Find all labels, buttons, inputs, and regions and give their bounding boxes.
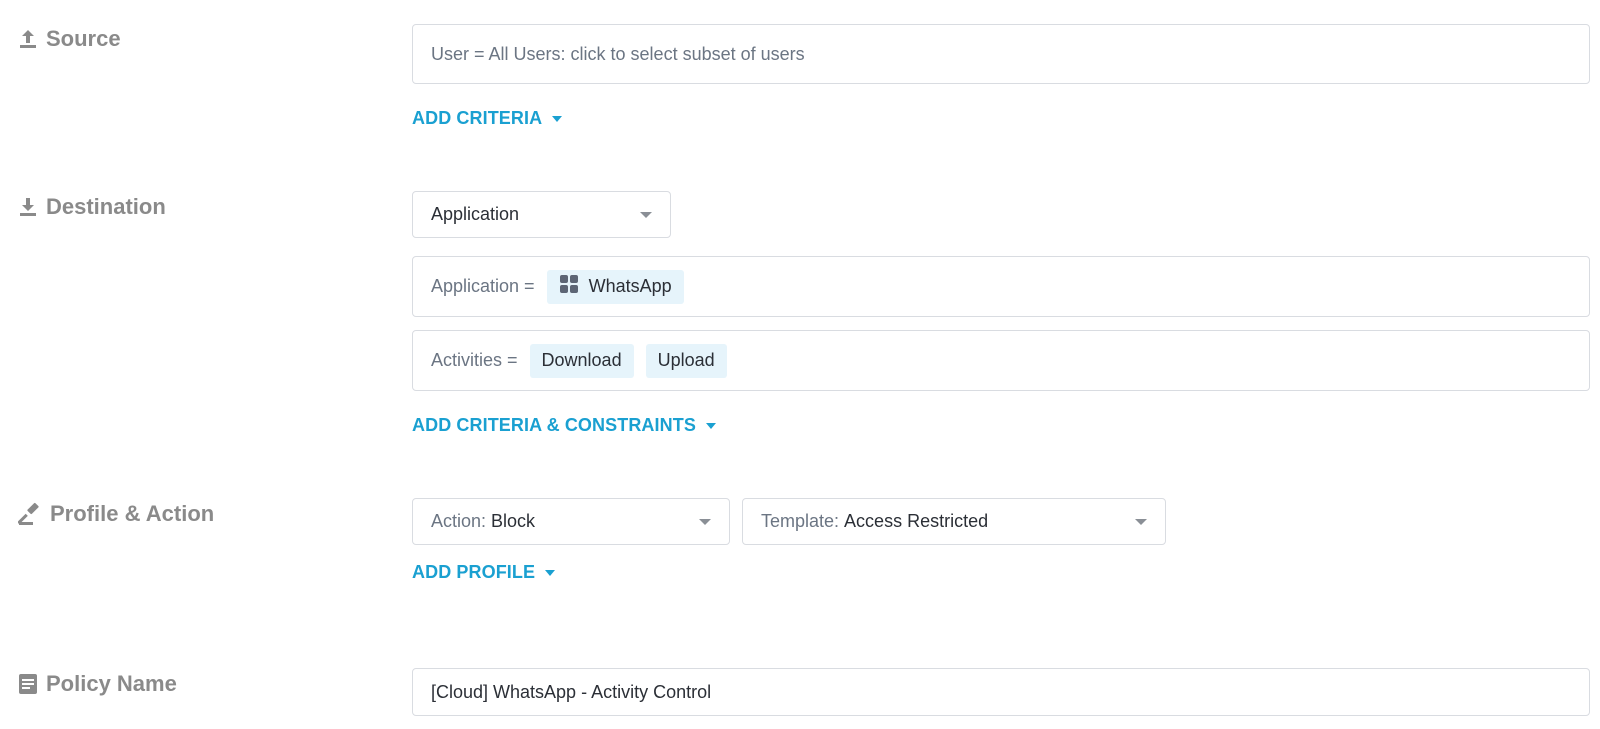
add-criteria-button[interactable]: ADD CRITERIA <box>412 108 563 129</box>
source-label-text: Source <box>46 26 121 51</box>
policy-name-input[interactable]: [Cloud] WhatsApp - Activity Control <box>412 668 1590 716</box>
source-user-field[interactable]: User = All Users: click to select subset… <box>412 24 1590 84</box>
chevron-down-icon <box>699 518 711 525</box>
activities-field-label: Activities = <box>431 350 518 370</box>
activity-chip-download-label: Download <box>541 350 622 370</box>
destination-type-value: Application <box>431 204 520 224</box>
profile-action-label-text: Profile & Action <box>50 501 215 526</box>
destination-label-text: Destination <box>46 194 166 219</box>
add-criteria-constraints-button[interactable]: ADD CRITERIA & CONSTRAINTS <box>412 415 716 436</box>
template-value: Access Restricted <box>844 511 989 531</box>
action-value: Block <box>491 511 536 531</box>
chevron-down-icon <box>640 211 652 218</box>
activity-chip-upload[interactable]: Upload <box>645 343 727 378</box>
source-section-label: Source <box>18 26 121 52</box>
policy-name-label-text: Policy Name <box>46 671 177 696</box>
destination-type-select[interactable]: Application <box>412 191 671 238</box>
application-field-label: Application = <box>431 276 535 296</box>
download-icon <box>18 196 38 218</box>
app-grid-icon <box>559 274 579 299</box>
source-user-field-text: User = All Users: click to select subset… <box>431 43 805 64</box>
policy-editor: Source User = All Users: click to select… <box>0 0 1600 729</box>
action-prefix: Action: <box>431 511 487 531</box>
upload-icon <box>18 28 38 50</box>
document-icon <box>18 673 38 695</box>
policy-name-section-label: Policy Name <box>18 671 177 697</box>
add-profile-label: ADD PROFILE <box>412 562 536 582</box>
application-chip-label: WhatsApp <box>588 276 672 296</box>
action-select[interactable]: Action: Block <box>412 498 730 545</box>
template-prefix: Template: <box>761 511 840 531</box>
add-criteria-constraints-label: ADD CRITERIA & CONSTRAINTS <box>412 415 696 435</box>
destination-section-label: Destination <box>18 194 166 220</box>
add-criteria-label: ADD CRITERIA <box>412 108 543 128</box>
chevron-down-icon <box>1135 518 1147 525</box>
activity-chip-download[interactable]: Download <box>529 343 634 378</box>
add-profile-button[interactable]: ADD PROFILE <box>412 562 556 583</box>
policy-name-value: [Cloud] WhatsApp - Activity Control <box>431 681 712 702</box>
activities-field[interactable]: Activities = Download Upload <box>412 330 1590 391</box>
activity-chip-upload-label: Upload <box>657 350 715 370</box>
gavel-icon <box>18 502 42 526</box>
profile-action-section-label: Profile & Action <box>18 501 214 527</box>
caret-down-icon <box>552 115 563 122</box>
caret-down-icon <box>545 569 556 576</box>
application-field[interactable]: Application = WhatsApp <box>412 256 1590 317</box>
caret-down-icon <box>705 422 716 429</box>
template-select[interactable]: Template: Access Restricted <box>742 498 1166 545</box>
application-chip[interactable]: WhatsApp <box>546 269 684 304</box>
